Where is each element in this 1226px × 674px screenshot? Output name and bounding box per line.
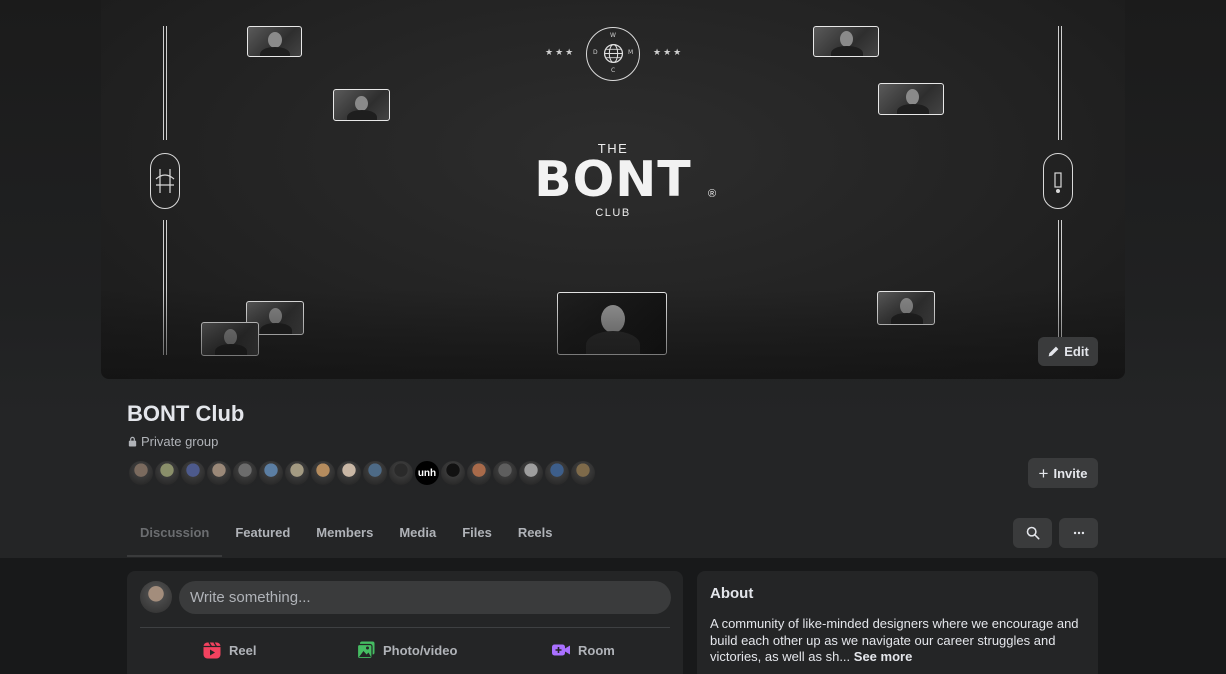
search-group-button[interactable] <box>1013 518 1052 548</box>
lock-icon <box>128 436 137 447</box>
invite-button[interactable]: + Invite <box>1028 458 1098 488</box>
tab-discussion[interactable]: Discussion <box>127 518 223 557</box>
member-avatar[interactable] <box>465 459 493 487</box>
video-thumbnail <box>878 83 944 115</box>
group-name[interactable]: BONT Club <box>127 401 244 427</box>
about-card: About A community of like-minded designe… <box>697 571 1098 674</box>
reel-label: Reel <box>229 642 257 658</box>
more-dots-icon <box>1073 531 1084 535</box>
tab-featured[interactable]: Featured <box>222 518 303 551</box>
stars-decor: ★★★ <box>653 47 684 57</box>
member-avatar[interactable] <box>439 459 467 487</box>
member-avatar[interactable] <box>361 459 389 487</box>
user-avatar[interactable] <box>140 581 172 613</box>
member-avatar[interactable] <box>231 459 259 487</box>
member-avatar[interactable] <box>543 459 571 487</box>
photo-video-label: Photo/video <box>383 642 458 658</box>
member-avatar[interactable] <box>491 459 519 487</box>
member-avatar[interactable]: unh <box>413 459 441 487</box>
member-avatar[interactable] <box>569 459 597 487</box>
globe-emblem-icon: W D M C <box>586 27 640 81</box>
member-avatar[interactable] <box>153 459 181 487</box>
member-avatar[interactable] <box>179 459 207 487</box>
composer-divider <box>140 627 670 628</box>
plus-icon: + <box>1038 463 1049 483</box>
logo-bont-text: BONT <box>534 151 692 208</box>
post-composer: Reel Photo/video Room <box>127 571 683 674</box>
member-avatar[interactable] <box>517 459 545 487</box>
room-label: Room <box>578 642 615 658</box>
stars-decor: ★★★ <box>545 47 576 57</box>
search-icon <box>1026 526 1039 540</box>
member-avatar[interactable] <box>283 459 311 487</box>
write-something-input[interactable] <box>179 581 671 614</box>
group-tabs: Discussion Featured Members Media Files … <box>127 518 566 558</box>
photo-video-button[interactable]: Photo/video <box>356 637 457 663</box>
member-avatar[interactable] <box>257 459 285 487</box>
privacy-label: Private group <box>141 434 219 449</box>
invite-label: Invite <box>1053 465 1088 481</box>
reel-button[interactable]: Reel <box>202 637 256 663</box>
see-more-link[interactable]: See more <box>854 649 913 664</box>
group-privacy[interactable]: Private group <box>127 434 218 449</box>
logo-registered-mark: ® <box>708 188 717 200</box>
about-description: A community of like-minded designers whe… <box>710 616 1082 666</box>
edit-cover-label: Edit <box>1064 344 1089 359</box>
room-video-icon <box>552 644 570 656</box>
tab-media[interactable]: Media <box>386 518 449 551</box>
member-avatar[interactable] <box>205 459 233 487</box>
video-thumbnail <box>813 26 879 57</box>
room-button[interactable]: Room <box>551 637 615 663</box>
edit-cover-button[interactable]: Edit <box>1038 337 1098 366</box>
member-avatar[interactable] <box>335 459 363 487</box>
more-options-button[interactable] <box>1059 518 1098 548</box>
member-avatar[interactable] <box>309 459 337 487</box>
avatar-initials: unh <box>417 467 437 479</box>
photo-video-icon <box>356 641 375 660</box>
pencil-icon <box>1048 346 1059 357</box>
cover-fade <box>101 289 1125 379</box>
video-thumbnail <box>333 89 390 121</box>
logo-club-text: CLUB <box>595 207 631 219</box>
cover-decor-line <box>163 26 167 140</box>
tab-reels[interactable]: Reels <box>505 518 566 551</box>
about-title: About <box>710 585 754 602</box>
member-avatar[interactable] <box>387 459 415 487</box>
tab-files[interactable]: Files <box>449 518 505 551</box>
reel-icon <box>203 642 221 659</box>
cover-decor-line <box>1058 26 1062 140</box>
cover-photo[interactable]: ★★★ ★★★ W D M C THE BONT ® CLUB Edit <box>101 0 1125 379</box>
video-thumbnail <box>247 26 302 57</box>
member-avatar[interactable] <box>127 459 155 487</box>
tab-members[interactable]: Members <box>303 518 386 551</box>
